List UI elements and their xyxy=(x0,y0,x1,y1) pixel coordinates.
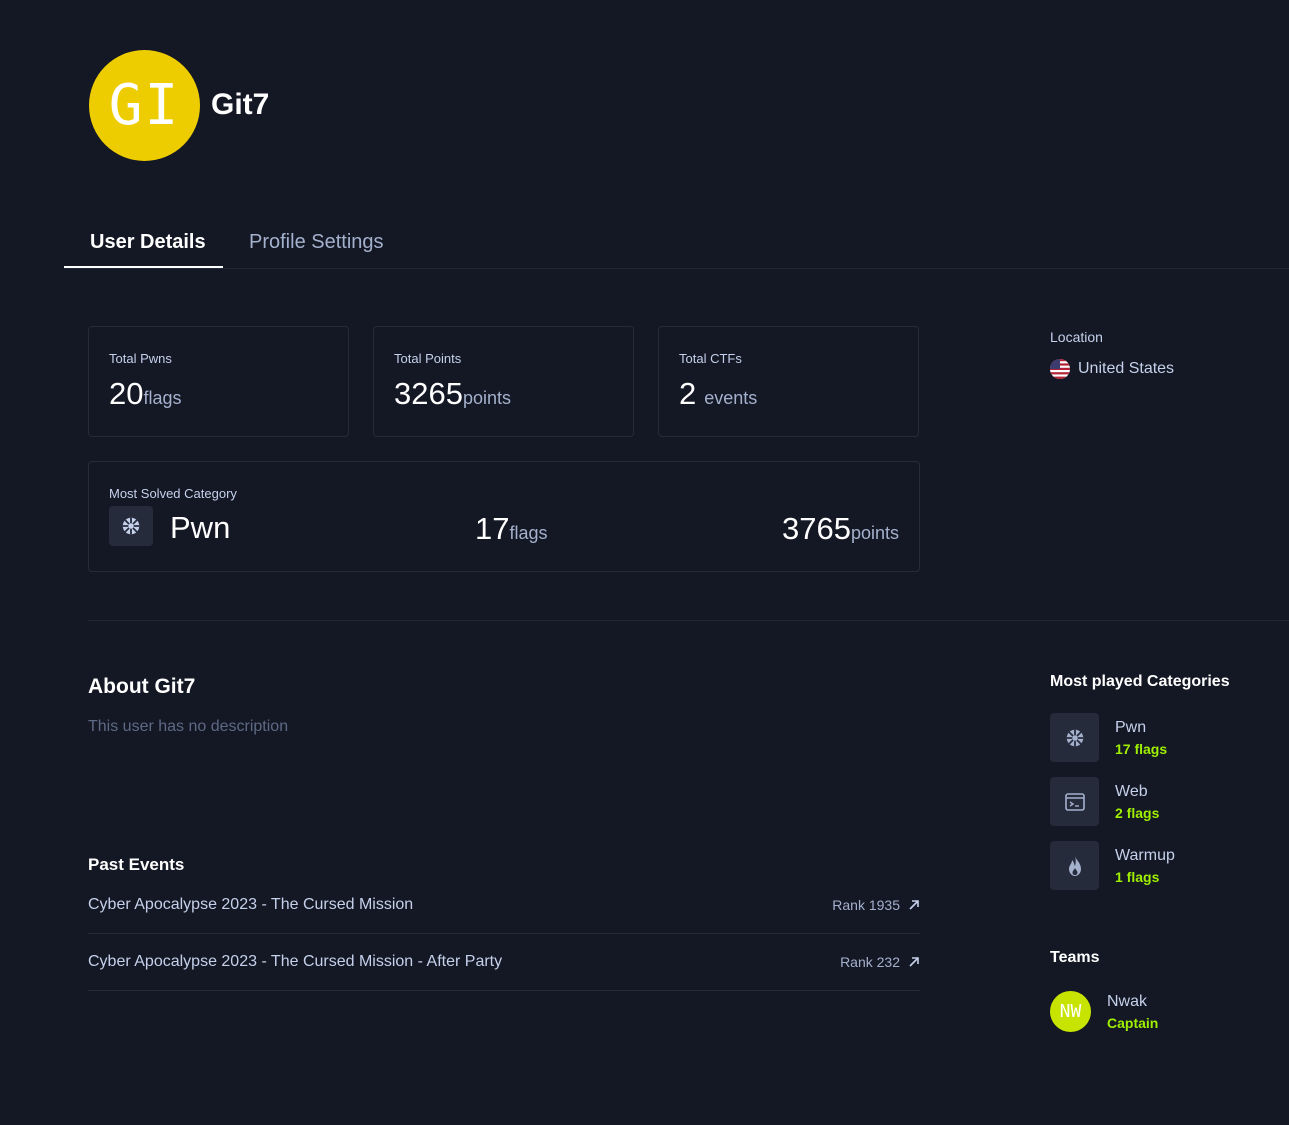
category-flags: 2 flags xyxy=(1115,804,1160,821)
total-ctfs-card: Total CTFs 2 events xyxy=(658,326,919,437)
most-solved-flags-number: 17 xyxy=(475,511,510,546)
total-pwns-value: 20flags xyxy=(109,376,182,412)
total-ctfs-unit: events xyxy=(704,388,758,408)
total-pwns-number: 20 xyxy=(109,376,144,411)
most-solved-points-number: 3765 xyxy=(781,511,851,546)
most-solved-flags-unit: flags xyxy=(509,523,548,543)
category-name: Pwn xyxy=(1115,718,1147,736)
total-points-unit: points xyxy=(462,388,512,408)
total-ctfs-label: Total CTFs xyxy=(679,351,742,366)
most-solved-flags: 17flags xyxy=(475,511,548,547)
us-flag-icon xyxy=(1050,359,1070,379)
section-divider xyxy=(88,620,1289,621)
tab-user-details[interactable]: User Details xyxy=(90,231,206,254)
most-played-item-web: Web 2 flags xyxy=(1050,777,1159,826)
event-rank[interactable]: Rank 1935 xyxy=(832,897,920,913)
past-events-heading: Past Events xyxy=(88,855,185,874)
event-rank[interactable]: Rank 232 xyxy=(840,954,920,970)
tabs-divider xyxy=(64,268,1289,269)
most-solved-category-card: Most Solved Category Pwn 17flags 3765poi… xyxy=(88,461,920,572)
event-rank-label: Rank 232 xyxy=(840,954,900,970)
event-name[interactable]: Cyber Apocalypse 2023 - The Cursed Missi… xyxy=(88,896,413,914)
location-label: Location xyxy=(1050,329,1103,345)
event-name[interactable]: Cyber Apocalypse 2023 - The Cursed Missi… xyxy=(88,953,502,971)
pwn-icon xyxy=(1050,713,1099,762)
most-solved-category-name: Pwn xyxy=(170,510,231,545)
about-description: This user has no description xyxy=(88,718,289,735)
about-heading: About Git7 xyxy=(88,675,196,698)
team-item[interactable]: NW Nwak Captain xyxy=(1050,991,1158,1032)
team-role: Captain xyxy=(1107,1014,1159,1031)
pwn-icon xyxy=(109,506,153,546)
category-flags: 1 flags xyxy=(1115,868,1160,885)
location-country: United States xyxy=(1078,360,1175,377)
category-name: Warmup xyxy=(1115,846,1175,864)
category-name: Web xyxy=(1115,782,1148,800)
total-ctfs-value: 2 events xyxy=(679,376,757,412)
total-pwns-unit: flags xyxy=(143,388,182,408)
most-played-item-warmup: Warmup 1 flags xyxy=(1050,841,1175,890)
most-played-item-pwn: Pwn 17 flags xyxy=(1050,713,1167,762)
teams-heading: Teams xyxy=(1050,949,1100,966)
username-heading: Git7 xyxy=(211,88,270,121)
external-link-arrow-icon xyxy=(909,900,919,910)
tab-profile-settings[interactable]: Profile Settings xyxy=(249,231,384,254)
total-ctfs-number: 2 xyxy=(679,376,697,411)
active-tab-indicator xyxy=(64,266,223,268)
terminal-window-icon xyxy=(1050,777,1099,826)
user-avatar: GI xyxy=(89,50,200,161)
total-points-number: 3265 xyxy=(394,376,463,411)
team-avatar[interactable]: NW xyxy=(1050,991,1091,1032)
external-link-arrow-icon xyxy=(909,957,919,967)
most-solved-points-unit: points xyxy=(850,523,899,543)
team-name[interactable]: Nwak xyxy=(1107,993,1158,1011)
event-row[interactable]: Cyber Apocalypse 2023 - The Cursed Missi… xyxy=(88,934,920,991)
category-flags: 17 flags xyxy=(1115,740,1168,757)
most-solved-label: Most Solved Category xyxy=(109,486,237,501)
total-points-card: Total Points 3265points xyxy=(373,326,634,437)
event-row[interactable]: Cyber Apocalypse 2023 - The Cursed Missi… xyxy=(88,877,920,934)
flame-icon xyxy=(1050,841,1099,890)
most-solved-points: 3765points xyxy=(782,511,899,547)
total-pwns-label: Total Pwns xyxy=(109,351,172,366)
total-points-value: 3265points xyxy=(394,376,511,412)
location-value: United States xyxy=(1050,359,1174,379)
total-points-label: Total Points xyxy=(394,351,462,366)
most-played-heading: Most played Categories xyxy=(1050,673,1230,690)
total-pwns-card: Total Pwns 20flags xyxy=(88,326,349,437)
event-rank-label: Rank 1935 xyxy=(832,897,900,913)
